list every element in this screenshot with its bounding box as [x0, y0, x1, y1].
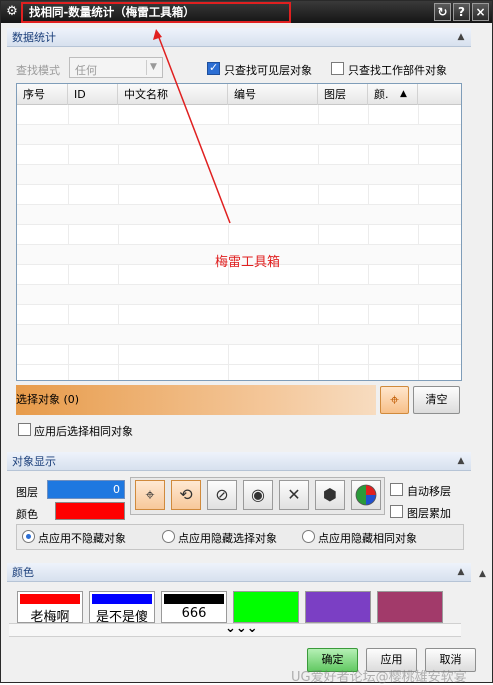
- title-bar: ⚙ 找相同-数量统计（梅雷工具箱） ↻ ? ×: [1, 1, 492, 23]
- color-swatch-green[interactable]: [233, 591, 299, 623]
- help-icon[interactable]: ?: [453, 3, 470, 21]
- apply-select-same-checkbox[interactable]: [18, 423, 31, 436]
- visible-only-label: 只查找可见层对象: [224, 64, 312, 77]
- layer-accumulate-checkbox[interactable]: [390, 505, 403, 518]
- display-section-title: 对象显示: [12, 455, 56, 468]
- radio-hide-same-label[interactable]: 点应用隐藏相同对象: [318, 530, 417, 546]
- color-section-title: 颜色: [12, 566, 34, 579]
- table-row[interactable]: [17, 205, 461, 225]
- table-row[interactable]: [17, 305, 461, 325]
- dialog-window: ⚙ 找相同-数量统计（梅雷工具箱） ↻ ? × 梅雷工具箱 数据统计 ▲ 查找模…: [0, 0, 493, 685]
- clear-button[interactable]: 清空: [413, 386, 460, 414]
- table-row[interactable]: [17, 325, 461, 345]
- swatch-text: 666: [181, 606, 207, 621]
- table-row[interactable]: [17, 105, 461, 125]
- col-header-chinese-name[interactable]: 中文名称: [118, 84, 228, 105]
- sort-ascending-icon: ▲: [400, 89, 407, 99]
- auto-move-layer-checkbox[interactable]: [390, 483, 403, 496]
- display-section-header[interactable]: 对象显示 ▲: [7, 452, 471, 471]
- radio-hide-selected-label[interactable]: 点应用隐藏选择对象: [178, 530, 277, 546]
- auto-move-layer-label: 自动移层: [407, 485, 451, 498]
- stats-section-title: 数据统计: [12, 31, 56, 44]
- radio-no-hide[interactable]: [22, 530, 35, 543]
- table-row[interactable]: [17, 145, 461, 165]
- color-section-header[interactable]: 颜色 ▲: [7, 563, 471, 582]
- table-row[interactable]: [17, 285, 461, 305]
- table-row[interactable]: [17, 225, 461, 245]
- work-part-checkbox[interactable]: [331, 62, 344, 75]
- col-header-number[interactable]: 编号: [228, 84, 318, 105]
- table-row[interactable]: [17, 185, 461, 205]
- collapse-up-icon[interactable]: ▲: [454, 30, 468, 44]
- results-table[interactable]: 序号 ID 中文名称 编号 图层 颜. ▲: [16, 83, 462, 381]
- window-title: 找相同-数量统计（梅雷工具箱）: [21, 2, 291, 23]
- vertical-scrollbar[interactable]: ▲: [477, 569, 489, 659]
- more-colors-bar[interactable]: ⌄⌄⌄: [9, 621, 461, 637]
- search-mode-value: 任何: [75, 64, 97, 77]
- swatch-fill: [20, 594, 80, 604]
- table-row[interactable]: [17, 125, 461, 145]
- cross-icon[interactable]: ✕: [279, 480, 309, 510]
- eye-icon[interactable]: ◉: [243, 480, 273, 510]
- radio-no-hide-label[interactable]: 点应用不隐藏对象: [38, 530, 126, 546]
- eye-hidden-icon[interactable]: ⊘: [207, 480, 237, 510]
- expand-more-icon: ⌄⌄⌄: [225, 621, 258, 636]
- table-row[interactable]: [17, 345, 461, 365]
- table-header: 序号 ID 中文名称 编号 图层 颜. ▲: [17, 84, 461, 105]
- table-row[interactable]: [17, 165, 461, 185]
- color-swatch-purple[interactable]: [305, 591, 371, 623]
- apply-select-same-label: 应用后选择相同对象: [34, 425, 133, 438]
- crosshair-select-icon[interactable]: ⌖: [380, 386, 409, 414]
- color-swatch-plum[interactable]: [377, 591, 443, 623]
- color-swatch-red[interactable]: 老梅啊: [17, 591, 83, 625]
- search-mode-label: 查找模式: [16, 64, 60, 77]
- color-wheel-icon[interactable]: [351, 480, 381, 510]
- crosshair-refresh-icon[interactable]: ⟲: [171, 480, 201, 510]
- reset-icon[interactable]: ↻: [434, 3, 451, 21]
- scroll-up-icon[interactable]: ▲: [477, 569, 488, 580]
- close-icon[interactable]: ×: [472, 3, 489, 21]
- crosshair-icon[interactable]: ⌖: [135, 480, 165, 510]
- col-header-color[interactable]: 颜. ▲: [368, 84, 418, 105]
- chevron-down-icon: ▼: [146, 60, 160, 75]
- layer-input[interactable]: 0: [47, 480, 125, 499]
- layer-input-value: 0: [113, 483, 120, 496]
- col-header-layer[interactable]: 图层: [318, 84, 368, 105]
- visible-only-checkbox[interactable]: [207, 61, 220, 75]
- color-swatch-black[interactable]: 666: [161, 591, 227, 623]
- color-label: 颜色: [16, 508, 38, 521]
- radio-hide-selected[interactable]: [162, 530, 175, 543]
- col-header-index[interactable]: 序号: [17, 84, 68, 105]
- annotation-label: 梅雷工具箱: [215, 255, 281, 270]
- color-swatch-blue[interactable]: 是不是傻: [89, 591, 155, 625]
- search-mode-select[interactable]: 任何 ▼: [69, 57, 163, 78]
- select-object-label: 选择对象 (0): [16, 393, 80, 406]
- swatch-fill: [164, 594, 224, 604]
- app-gear-icon[interactable]: ⚙: [4, 4, 20, 20]
- watermark-text: UG爱好者论坛@樱桃雄安软宴: [291, 670, 467, 685]
- select-object-bar[interactable]: 选择对象 (0): [16, 385, 376, 415]
- stats-section-header[interactable]: 数据统计 ▲: [7, 28, 471, 47]
- col-header-color-label: 颜.: [374, 88, 389, 101]
- radio-hide-same[interactable]: [302, 530, 315, 543]
- collapse-up-icon[interactable]: ▲: [454, 454, 468, 468]
- layer-label: 图层: [16, 486, 38, 499]
- cube-edit-icon[interactable]: ⬢: [315, 480, 345, 510]
- work-part-label: 只查找工作部件对象: [348, 64, 447, 77]
- swatch-fill: [92, 594, 152, 604]
- color-picker-swatch[interactable]: [55, 502, 125, 520]
- collapse-up-icon[interactable]: ▲: [454, 565, 468, 579]
- col-header-id[interactable]: ID: [68, 84, 118, 105]
- layer-accumulate-label: 图层累加: [407, 507, 451, 520]
- color-wheel-graphic: [355, 484, 377, 506]
